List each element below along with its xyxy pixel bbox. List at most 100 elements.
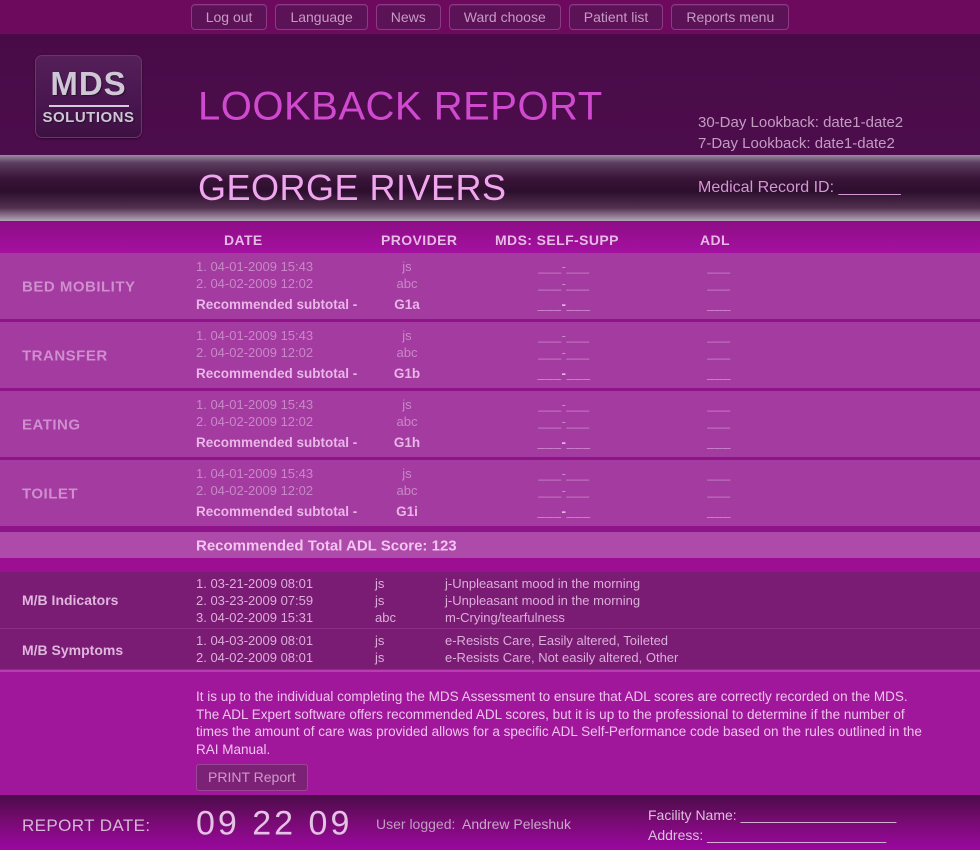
entry-date: 2. 04-02-2009 12:02 xyxy=(196,483,314,498)
entry-mds-value: ___-___ xyxy=(538,345,590,360)
column-header-mds-self-supp: MDS: SELF-SUPP xyxy=(495,232,619,248)
patient-banner: GEORGE RIVERS Medical Record ID: _______ xyxy=(0,155,980,221)
entry-date: 2. 04-02-2009 12:02 xyxy=(196,345,314,360)
entry-adl-value: ___ xyxy=(707,483,731,498)
lookback-30-day: 30-Day Lookback: date1-date2 xyxy=(698,114,904,131)
logo-main-text: MDS xyxy=(50,65,127,102)
adl-subtotal-row: Recommended subtotal - G1b ___-___ ___ xyxy=(0,366,980,383)
patient-name: GEORGE RIVERS xyxy=(198,167,507,208)
lookback-ranges: 30-Day Lookback: date1-date2 7-Day Lookb… xyxy=(698,112,903,154)
entry-adl-value: ___ xyxy=(707,466,731,481)
total-adl-score-bar: Recommended Total ADL Score: 123 xyxy=(0,529,980,558)
mb-entry-date: 2. 04-02-2009 08:01 xyxy=(196,650,314,665)
adl-entry: 2. 04-02-2009 12:02 abc ___-___ ___ xyxy=(0,414,980,431)
table-row: BED MOBILITY 1. 04-01-2009 15:43 js ___-… xyxy=(0,253,980,322)
logo-divider xyxy=(48,105,129,107)
print-report-button[interactable]: PRINT Report xyxy=(196,764,308,791)
entry-mds-value: ___-___ xyxy=(538,397,590,412)
facility-info: Facility Name: ____________________ Addr… xyxy=(648,805,896,845)
entry-mds-value: ___-___ xyxy=(538,328,590,343)
subtotal-mds-value: ___-___ xyxy=(537,366,591,381)
table-column-headers: DATE PROVIDER MDS: SELF-SUPP ADL xyxy=(0,221,980,253)
adl-entries: 1. 04-01-2009 15:43 js ___-___ ___ 2. 04… xyxy=(0,328,980,383)
mb-entry-date: 3. 04-02-2009 15:31 xyxy=(196,610,314,625)
mb-entry-provider: js xyxy=(375,633,385,648)
mb-entry-description: e-Resists Care, Not easily altered, Othe… xyxy=(445,650,679,665)
adl-entries: 1. 04-01-2009 15:43 js ___-___ ___ 2. 04… xyxy=(0,259,980,314)
user-logged-label: User logged: xyxy=(376,816,456,832)
list-item: 3. 04-02-2009 15:31 abc m-Crying/tearful… xyxy=(0,610,980,627)
nav-log-out[interactable]: Log out xyxy=(190,4,268,30)
entry-provider: js xyxy=(402,397,412,412)
nav-ward-choose[interactable]: Ward choose xyxy=(448,4,561,30)
mb-entry-description: j-Unpleasant mood in the morning xyxy=(445,576,641,591)
nav-news[interactable]: News xyxy=(375,4,441,30)
page-title: LOOKBACK REPORT xyxy=(198,84,603,129)
entry-adl-value: ___ xyxy=(707,345,731,360)
section-separator xyxy=(0,558,980,572)
mds-solutions-logo: MDS SOLUTIONS xyxy=(35,55,142,138)
nav-patient-list[interactable]: Patient list xyxy=(568,4,664,30)
subtotal-mds-value: ___-___ xyxy=(537,297,591,312)
entry-adl-value: ___ xyxy=(707,397,731,412)
mb-entry-date: 1. 04-03-2009 08:01 xyxy=(196,633,314,648)
subtotal-adl-value: ___ xyxy=(706,297,732,312)
entry-provider: js xyxy=(402,259,412,274)
entry-provider: abc xyxy=(396,276,418,291)
entry-mds-value: ___-___ xyxy=(538,414,590,429)
medical-record-id: Medical Record ID: _______ xyxy=(698,179,901,196)
nav-language[interactable]: Language xyxy=(275,4,368,30)
adl-rows-container: BED MOBILITY 1. 04-01-2009 15:43 js ___-… xyxy=(0,253,980,529)
lookback-7-day: 7-Day Lookback: date1-date2 xyxy=(698,135,895,152)
subtotal-label: Recommended subtotal - xyxy=(196,297,358,312)
adl-entry: 2. 04-02-2009 12:02 abc ___-___ ___ xyxy=(0,483,980,500)
facility-address-field: Address: _______________________ xyxy=(648,827,887,843)
entry-date: 2. 04-02-2009 12:02 xyxy=(196,414,314,429)
facility-name-field: Facility Name: ____________________ xyxy=(648,807,897,823)
entry-date: 2. 04-02-2009 12:02 xyxy=(196,276,314,291)
subtotal-label: Recommended subtotal - xyxy=(196,504,358,519)
entry-adl-value: ___ xyxy=(707,414,731,429)
subtotal-code: G1h xyxy=(393,435,421,450)
list-item: 1. 04-03-2009 08:01 js e-Resists Care, E… xyxy=(0,633,980,650)
user-logged-name: Andrew Peleshuk xyxy=(462,816,571,832)
adl-subtotal-row: Recommended subtotal - G1i ___-___ ___ xyxy=(0,504,980,521)
report-header: MDS SOLUTIONS LOOKBACK REPORT 30-Day Loo… xyxy=(0,36,980,155)
adl-subtotal-row: Recommended subtotal - G1h ___-___ ___ xyxy=(0,435,980,452)
table-row: EATING 1. 04-01-2009 15:43 js ___-___ __… xyxy=(0,391,980,460)
total-adl-score-label: Recommended Total ADL Score: 123 xyxy=(196,537,457,555)
entry-mds-value: ___-___ xyxy=(538,483,590,498)
adl-subtotal-row: Recommended subtotal - G1a ___-___ ___ xyxy=(0,297,980,314)
entry-date: 1. 04-01-2009 15:43 xyxy=(196,466,314,481)
adl-entry: 2. 04-02-2009 12:02 abc ___-___ ___ xyxy=(0,345,980,362)
adl-entry: 1. 04-01-2009 15:43 js ___-___ ___ xyxy=(0,397,980,414)
logo-sub-text: SOLUTIONS xyxy=(42,109,135,126)
table-row: TRANSFER 1. 04-01-2009 15:43 js ___-___ … xyxy=(0,322,980,391)
adl-entry: 2. 04-02-2009 12:02 abc ___-___ ___ xyxy=(0,276,980,293)
mb-entry-provider: js xyxy=(375,650,385,665)
mb-entry-provider: js xyxy=(375,576,385,591)
mb-symptoms-section: M/B Symptoms 1. 04-03-2009 08:01 js e-Re… xyxy=(0,629,980,670)
subtotal-label: Recommended subtotal - xyxy=(196,366,358,381)
column-header-adl: ADL xyxy=(700,232,730,248)
column-header-provider: PROVIDER xyxy=(381,232,458,248)
adl-entry: 1. 04-01-2009 15:43 js ___-___ ___ xyxy=(0,466,980,483)
entry-provider: js xyxy=(402,328,412,343)
entry-provider: js xyxy=(402,466,412,481)
entry-date: 1. 04-01-2009 15:43 xyxy=(196,328,314,343)
entry-adl-value: ___ xyxy=(707,276,731,291)
entry-adl-value: ___ xyxy=(707,259,731,274)
lookback-report-page: Log out Language News Ward choose Patien… xyxy=(0,0,980,850)
adl-entry: 1. 04-01-2009 15:43 js ___-___ ___ xyxy=(0,328,980,345)
mb-entry-provider: js xyxy=(375,593,385,608)
mb-entry-description: e-Resists Care, Easily altered, Toileted xyxy=(445,633,669,648)
subtotal-mds-value: ___-___ xyxy=(537,435,591,450)
list-item: 2. 03-23-2009 07:59 js j-Unpleasant mood… xyxy=(0,593,980,610)
entry-date: 1. 04-01-2009 15:43 xyxy=(196,259,314,274)
subtotal-adl-value: ___ xyxy=(706,435,732,450)
subtotal-code: G1b xyxy=(393,366,421,381)
entry-mds-value: ___-___ xyxy=(538,259,590,274)
nav-reports-menu[interactable]: Reports menu xyxy=(671,4,790,30)
table-row: TOILET 1. 04-01-2009 15:43 js ___-___ __… xyxy=(0,460,980,529)
mb-entry-date: 1. 03-21-2009 08:01 xyxy=(196,576,314,591)
